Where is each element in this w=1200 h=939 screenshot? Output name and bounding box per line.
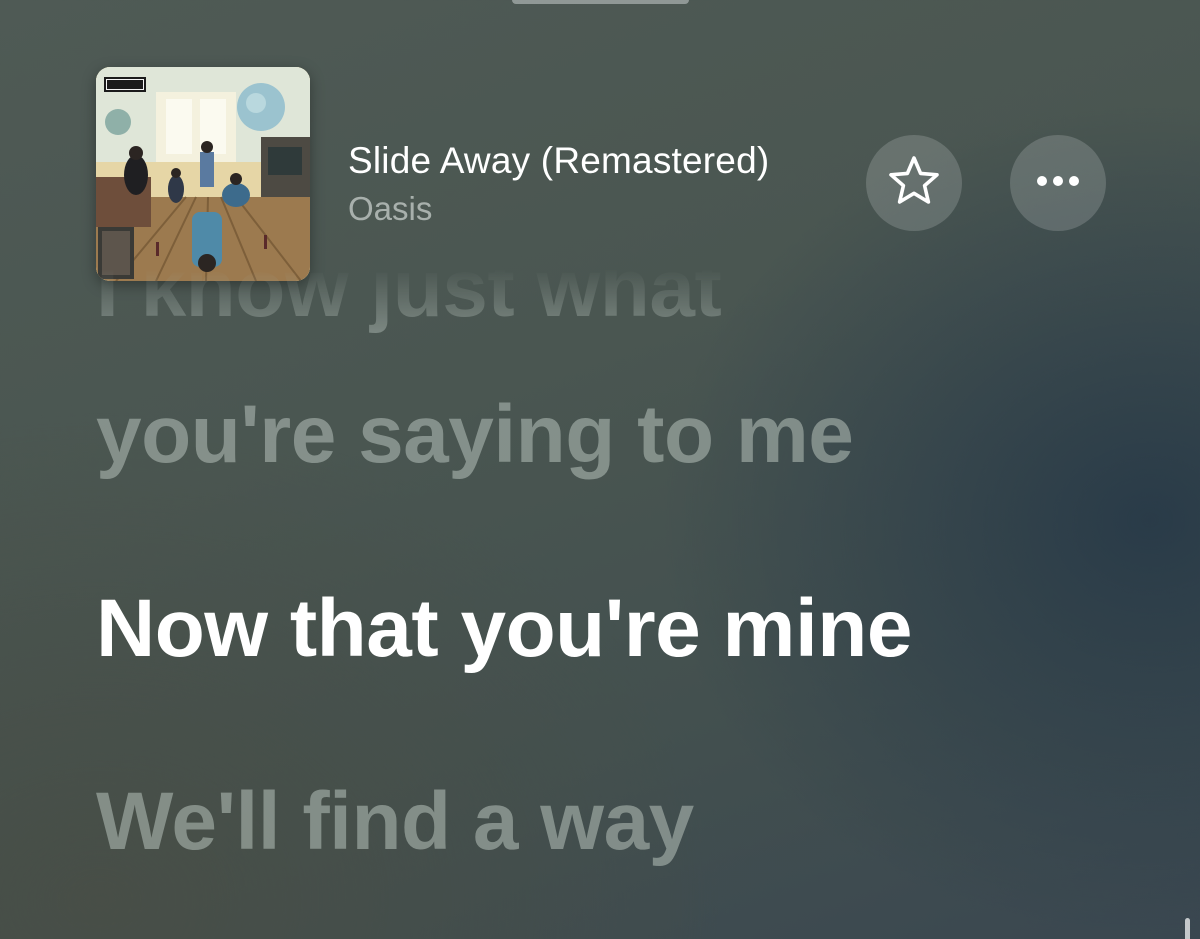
favorite-button[interactable]	[866, 135, 962, 231]
now-playing-header: Slide Away (Remastered) Oasis	[0, 0, 1200, 290]
lyric-line[interactable]: you're saying to me	[96, 388, 854, 482]
lyric-line[interactable]: I know just what	[96, 270, 722, 336]
star-icon	[886, 153, 942, 214]
lyric-line[interactable]: We'll find a way	[96, 775, 694, 869]
scrollbar[interactable]	[1185, 918, 1190, 939]
more-options-button[interactable]	[1010, 135, 1106, 231]
lyrics-view[interactable]: I know just what you're saying to me Now…	[96, 270, 1176, 939]
track-artist[interactable]: Oasis	[348, 190, 432, 228]
ellipsis-icon	[1033, 174, 1083, 193]
album-art[interactable]	[96, 67, 310, 281]
track-title[interactable]: Slide Away (Remastered)	[348, 140, 769, 182]
lyric-line-active[interactable]: Now that you're mine	[96, 582, 912, 676]
